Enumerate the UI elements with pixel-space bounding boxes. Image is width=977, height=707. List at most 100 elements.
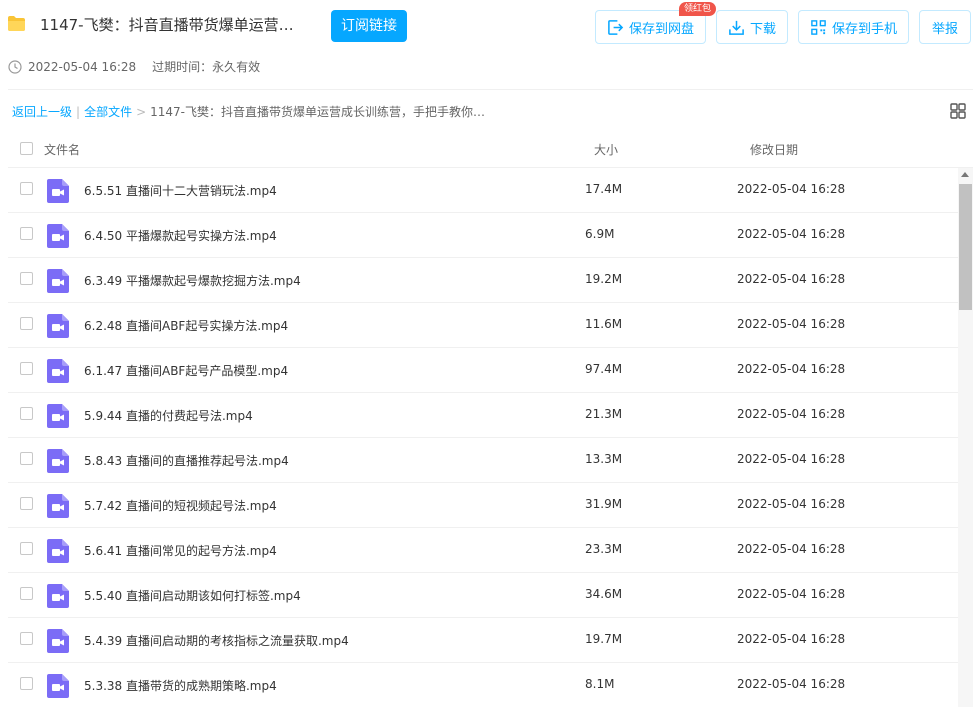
- video-file-icon: [47, 584, 69, 608]
- file-name[interactable]: 5.6.41 直播间常见的起号方法.mp4: [84, 542, 277, 559]
- video-file-icon: [47, 359, 69, 383]
- video-file-icon: [47, 224, 69, 248]
- back-link[interactable]: 返回上一级: [12, 103, 72, 120]
- table-row[interactable]: 6.3.49 平播爆款起号爆款挖掘方法.mp4 19.2M 2022-05-04…: [8, 258, 958, 303]
- row-checkbox[interactable]: [20, 407, 33, 420]
- table-row[interactable]: 6.4.50 平播爆款起号实操方法.mp4 6.9M 2022-05-04 16…: [8, 213, 958, 258]
- breadcrumb-separator: |: [76, 104, 81, 119]
- file-modified-date: 2022-05-04 16:28: [737, 632, 846, 646]
- redpacket-badge: 领红包: [679, 2, 717, 16]
- file-name[interactable]: 5.5.40 直播间启动期该如何打标签.mp4: [84, 587, 301, 604]
- row-checkbox[interactable]: [20, 587, 33, 600]
- file-size: 8.1M: [585, 677, 615, 691]
- file-modified-date: 2022-05-04 16:28: [737, 677, 846, 691]
- file-name[interactable]: 5.3.38 直播带货的成熟期策略.mp4: [84, 677, 277, 694]
- share-date: 2022-05-04 16:28: [28, 59, 137, 74]
- report-button[interactable]: 举报: [919, 10, 971, 44]
- share-title: 1147-飞樊：抖音直播带货爆单运营成...: [40, 16, 300, 34]
- table-row[interactable]: 5.7.42 直播间的短视频起号法.mp4 31.9M 2022-05-04 1…: [8, 483, 958, 528]
- video-file-icon: [47, 674, 69, 698]
- scroll-up-arrow-icon[interactable]: [961, 172, 969, 177]
- download-button[interactable]: 下载: [716, 10, 788, 44]
- save-cloud-icon: [608, 19, 624, 35]
- breadcrumb: 返回上一级 | 全部文件 > 1147-飞樊：抖音直播带货爆单运营成长训练营，手…: [12, 103, 495, 120]
- file-modified-date: 2022-05-04 16:28: [737, 317, 846, 331]
- file-list: 6.5.51 直播间十二大营销玩法.mp4 17.4M 2022-05-04 1…: [8, 168, 958, 707]
- all-files-link[interactable]: 全部文件: [84, 103, 132, 120]
- scrollbar[interactable]: [958, 168, 973, 707]
- scroll-thumb[interactable]: [959, 184, 972, 310]
- file-name[interactable]: 5.7.42 直播间的短视频起号法.mp4: [84, 497, 277, 514]
- file-size: 19.7M: [585, 632, 623, 646]
- file-modified-date: 2022-05-04 16:28: [737, 542, 846, 556]
- save-to-phone-button[interactable]: 保存到手机: [798, 10, 909, 44]
- row-checkbox[interactable]: [20, 632, 33, 645]
- row-checkbox[interactable]: [20, 677, 33, 690]
- save-to-phone-label: 保存到手机: [831, 21, 897, 37]
- table-row[interactable]: 5.4.39 直播间启动期的考核指标之流量获取.mp4 19.7M 2022-0…: [8, 618, 958, 663]
- row-checkbox[interactable]: [20, 317, 33, 330]
- column-date-header[interactable]: 修改日期: [750, 141, 798, 158]
- table-row[interactable]: 5.8.43 直播间的直播推荐起号法.mp4 13.3M 2022-05-04 …: [8, 438, 958, 483]
- download-icon: [729, 20, 744, 35]
- video-file-icon: [47, 449, 69, 473]
- row-checkbox[interactable]: [20, 362, 33, 375]
- table-row[interactable]: 6.2.48 直播间ABF起号实操方法.mp4 11.6M 2022-05-04…: [8, 303, 958, 348]
- save-to-cloud-label: 保存到网盘: [628, 21, 694, 37]
- report-label: 举报: [931, 21, 958, 37]
- row-checkbox[interactable]: [20, 542, 33, 555]
- subscribe-link-button[interactable]: 订阅链接: [331, 10, 407, 42]
- column-name-header[interactable]: 文件名: [44, 141, 80, 158]
- video-file-icon: [47, 539, 69, 563]
- table-row[interactable]: 5.5.40 直播间启动期该如何打标签.mp4 34.6M 2022-05-04…: [8, 573, 958, 618]
- share-meta: 2022-05-04 16:28 过期时间：永久有效: [8, 58, 260, 75]
- file-modified-date: 2022-05-04 16:28: [737, 227, 846, 241]
- file-name[interactable]: 6.5.51 直播间十二大营销玩法.mp4: [84, 182, 277, 199]
- file-name[interactable]: 5.4.39 直播间启动期的考核指标之流量获取.mp4: [84, 632, 349, 649]
- file-name[interactable]: 6.1.47 直播间ABF起号产品模型.mp4: [84, 362, 288, 379]
- row-checkbox[interactable]: [20, 272, 33, 285]
- video-file-icon: [47, 404, 69, 428]
- column-size-header[interactable]: 大小: [594, 141, 618, 158]
- table-row[interactable]: 6.5.51 直播间十二大营销玩法.mp4 17.4M 2022-05-04 1…: [8, 168, 958, 213]
- video-file-icon: [47, 314, 69, 338]
- breadcrumb-chevron: >: [136, 104, 147, 119]
- grid-view-icon[interactable]: [950, 103, 966, 119]
- table-row[interactable]: 5.9.44 直播的付费起号法.mp4 21.3M 2022-05-04 16:…: [8, 393, 958, 438]
- table-header: 文件名 大小 修改日期: [8, 130, 973, 168]
- row-checkbox[interactable]: [20, 452, 33, 465]
- file-modified-date: 2022-05-04 16:28: [737, 272, 846, 286]
- file-modified-date: 2022-05-04 16:28: [737, 182, 846, 196]
- file-name[interactable]: 6.3.49 平播爆款起号爆款挖掘方法.mp4: [84, 272, 301, 289]
- video-file-icon: [47, 179, 69, 203]
- header-divider: [8, 89, 973, 90]
- current-folder: 1147-飞樊：抖音直播带货爆单运营成长训练营，手把手教你玩...: [150, 105, 496, 119]
- file-size: 19.2M: [585, 272, 623, 286]
- table-row[interactable]: 5.3.38 直播带货的成熟期策略.mp4 8.1M 2022-05-04 16…: [8, 663, 958, 707]
- file-name[interactable]: 6.2.48 直播间ABF起号实操方法.mp4: [84, 317, 288, 334]
- file-size: 34.6M: [585, 587, 623, 601]
- folder-icon: [8, 16, 25, 31]
- table-row[interactable]: 5.6.41 直播间常见的起号方法.mp4 23.3M 2022-05-04 1…: [8, 528, 958, 573]
- file-modified-date: 2022-05-04 16:28: [737, 497, 846, 511]
- file-size: 23.3M: [585, 542, 623, 556]
- file-size: 13.3M: [585, 452, 623, 466]
- row-checkbox[interactable]: [20, 227, 33, 240]
- file-modified-date: 2022-05-04 16:28: [737, 407, 846, 421]
- file-name[interactable]: 5.8.43 直播间的直播推荐起号法.mp4: [84, 452, 289, 469]
- select-all-checkbox[interactable]: [20, 142, 33, 155]
- expire-text: 过期时间：永久有效: [152, 60, 261, 74]
- video-file-icon: [47, 629, 69, 653]
- file-size: 97.4M: [585, 362, 623, 376]
- file-name[interactable]: 5.9.44 直播的付费起号法.mp4: [84, 407, 253, 424]
- video-file-icon: [47, 494, 69, 518]
- row-checkbox[interactable]: [20, 182, 33, 195]
- file-name[interactable]: 6.4.50 平播爆款起号实操方法.mp4: [84, 227, 277, 244]
- file-size: 31.9M: [585, 497, 623, 511]
- table-row[interactable]: 6.1.47 直播间ABF起号产品模型.mp4 97.4M 2022-05-04…: [8, 348, 958, 393]
- file-modified-date: 2022-05-04 16:28: [737, 587, 846, 601]
- file-size: 6.9M: [585, 227, 615, 241]
- row-checkbox[interactable]: [20, 497, 33, 510]
- share-header: 1147-飞樊：抖音直播带货爆单运营成... 订阅链接 保存到网盘 领红包 下载…: [0, 0, 977, 90]
- file-size: 21.3M: [585, 407, 623, 421]
